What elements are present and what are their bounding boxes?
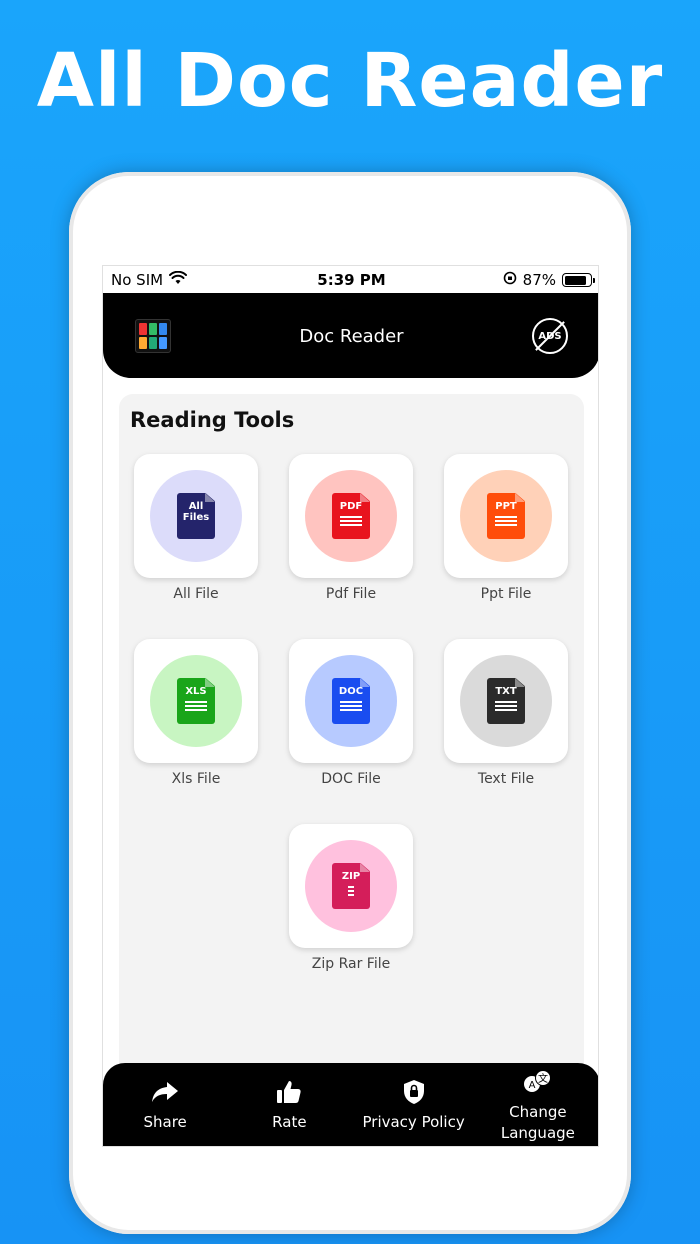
nav-change-language-button[interactable]: A 文 Change Language [476,1063,598,1146]
svg-text:A: A [528,1080,535,1091]
thumbs-up-icon [276,1078,302,1106]
tool-card[interactable]: All Files [134,454,258,578]
nav-change-language-label: Change Language [500,1102,575,1142]
reading-tools-heading: Reading Tools [130,408,295,432]
tool-xls-file[interactable]: XLS Xls File [134,639,258,787]
xls-file-icon: XLS [177,678,215,724]
tool-doc-file[interactable]: DOC DOC File [289,639,413,787]
battery-icon [562,273,595,287]
tool-label: Zip Rar File [311,956,391,972]
txt-file-icon: TXT [487,678,525,724]
tool-icon-circle: DOC [305,655,397,747]
tool-card[interactable]: PPT [444,454,568,578]
no-ads-icon: ADS [538,330,562,342]
app-header: Doc Reader ADS [103,293,598,378]
shield-lock-icon [403,1078,425,1106]
status-bar: No SIM 5:39 PM 87% [103,266,598,293]
tool-card[interactable]: TXT [444,639,568,763]
tool-zip-rar-file[interactable]: ZIP Zip Rar File [289,824,413,972]
translate-icon: A 文 [522,1068,554,1096]
nav-privacy-policy-button[interactable]: Privacy Policy [352,1063,476,1146]
promo-title: All Doc Reader [36,38,664,124]
app-screen: No SIM 5:39 PM 87% Doc Reader ADS Readin… [102,265,599,1147]
pdf-file-icon: PDF [332,493,370,539]
tool-card[interactable]: ZIP [289,824,413,948]
tool-icon-circle: ZIP [305,840,397,932]
tool-pdf-file[interactable]: PDF Pdf File [289,454,413,602]
tool-icon-circle: PDF [305,470,397,562]
tool-card[interactable]: PDF [289,454,413,578]
zip-file-icon: ZIP [332,863,370,909]
tool-icon-circle: TXT [460,655,552,747]
rotation-lock-icon [503,271,517,289]
doc-file-icon: DOC [332,678,370,724]
all-files-icon: All Files [177,493,215,539]
reading-tools-panel: Reading Tools All Files All File PDF Pdf… [119,394,584,1094]
share-icon [151,1078,179,1106]
tool-label: Text File [477,771,535,787]
tool-text-file[interactable]: TXT Text File [444,639,568,787]
remove-ads-button[interactable]: ADS [532,318,568,354]
nav-rate-button[interactable]: Rate [227,1063,351,1146]
tool-all-file[interactable]: All Files All File [134,454,258,602]
tool-label: All File [173,586,219,602]
ppt-file-icon: PPT [487,493,525,539]
tool-card[interactable]: DOC [289,639,413,763]
svg-text:文: 文 [538,1072,548,1085]
tool-label: Xls File [171,771,221,787]
nav-privacy-policy-label: Privacy Policy [362,1113,465,1131]
nav-rate-label: Rate [272,1113,307,1131]
bottom-nav: Share Rate Privacy Policy A 文 Change Lan… [103,1063,598,1146]
battery-level [564,275,587,285]
tool-ppt-file[interactable]: PPT Ppt File [444,454,568,602]
tool-icon-circle: XLS [150,655,242,747]
battery-percent: 87% [522,271,556,289]
tool-label: DOC File [321,771,381,787]
tool-icon-circle: All Files [150,470,242,562]
tool-label: Pdf File [325,586,377,602]
tool-card[interactable]: XLS [134,639,258,763]
nav-share-button[interactable]: Share [103,1063,227,1146]
app-title: Doc Reader [299,326,404,347]
tool-label: Ppt File [480,586,532,602]
nav-share-label: Share [143,1113,187,1131]
tool-icon-circle: PPT [460,470,552,562]
